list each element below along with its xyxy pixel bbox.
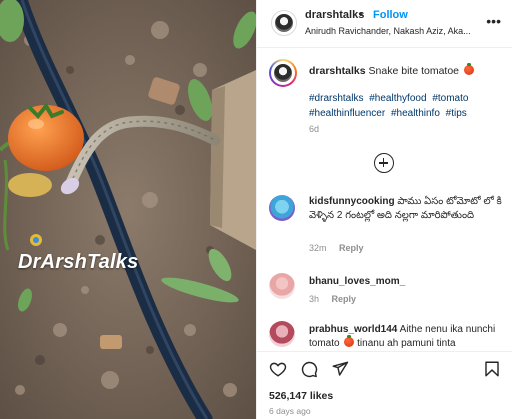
comment-text-tail: tinanu ah pamuni tinta <box>357 338 456 349</box>
commenter-avatar[interactable] <box>269 321 295 347</box>
comment-username[interactable]: bhanu_loves_mom_ <box>309 276 405 287</box>
plus-circle-icon[interactable] <box>374 153 394 173</box>
bookmark-icon[interactable] <box>483 360 501 378</box>
tomato-emoji-icon <box>344 335 355 347</box>
hashtag-link[interactable]: #healthinfluencer <box>309 108 385 119</box>
action-bar: 526,147 likes 6 days ago <box>257 351 512 419</box>
author-username[interactable]: drarshtalks <box>305 9 364 21</box>
audio-credit[interactable]: Anirudh Ravichander, Nakash Aziz, Aka... <box>305 26 475 36</box>
comment-username[interactable]: kidsfunnycooking <box>309 196 395 207</box>
watermark-text: DrArshTalks <box>18 251 139 273</box>
hashtag-link[interactable]: #tips <box>446 108 467 119</box>
commenter-avatar[interactable] <box>269 273 295 299</box>
follow-button[interactable]: Follow <box>373 9 408 21</box>
tomato-emoji-icon <box>463 63 474 75</box>
caption-hashtags: #drarshtalks #healthyfood #tomato #healt… <box>309 91 501 121</box>
media-image <box>0 0 256 419</box>
comment-body: prabhus_world144 Aithe nenu ika nunchi t… <box>309 323 505 351</box>
comment-meta: 32m Reply <box>309 243 364 253</box>
caption-age: 6d <box>309 124 320 134</box>
comment-body: bhanu_loves_mom_ <box>309 275 505 289</box>
post-media[interactable]: DrArshTalks <box>0 0 256 419</box>
caption-text: Snake bite tomatoe <box>368 65 460 77</box>
post-header: drarshtalks • Follow Anirudh Ravichander… <box>257 0 512 48</box>
comment-icon[interactable] <box>300 360 318 378</box>
reply-button[interactable]: Reply <box>332 294 357 304</box>
hashtag-link[interactable]: #tomato <box>432 93 468 104</box>
caption: drarshtalks Snake bite tomatoe <box>309 63 474 77</box>
hashtag-link[interactable]: #healthinfo <box>391 108 440 119</box>
comment-age: 32m <box>309 243 327 253</box>
caption-username[interactable]: drarshtalks <box>309 65 366 77</box>
separator-dot: • <box>359 9 363 21</box>
heart-icon[interactable] <box>269 360 287 378</box>
post-details-panel: drarshtalks • Follow Anirudh Ravichander… <box>256 0 512 419</box>
comment-username[interactable]: prabhus_world144 <box>309 324 397 335</box>
comment-age: 3h <box>309 294 320 304</box>
hashtag-link[interactable]: #drarshtalks <box>309 93 363 104</box>
posted-time: 6 days ago <box>269 406 311 416</box>
share-icon[interactable] <box>331 360 349 378</box>
comment-body: kidsfunnycooking పాము ఏసం టోమోటో లో కి వ… <box>309 195 505 223</box>
commenter-avatar[interactable] <box>269 195 295 221</box>
caption-avatar[interactable] <box>269 59 297 87</box>
author-avatar[interactable] <box>271 10 297 36</box>
reply-button[interactable]: Reply <box>339 243 364 253</box>
comments-area[interactable]: drarshtalks Snake bite tomatoe #drarshta… <box>257 49 512 351</box>
comment-meta: 3h Reply <box>309 294 356 304</box>
likes-count[interactable]: 526,147 likes <box>269 390 333 402</box>
more-horizontal-icon[interactable]: ••• <box>486 14 501 28</box>
hashtag-link[interactable]: #healthyfood <box>369 93 426 104</box>
